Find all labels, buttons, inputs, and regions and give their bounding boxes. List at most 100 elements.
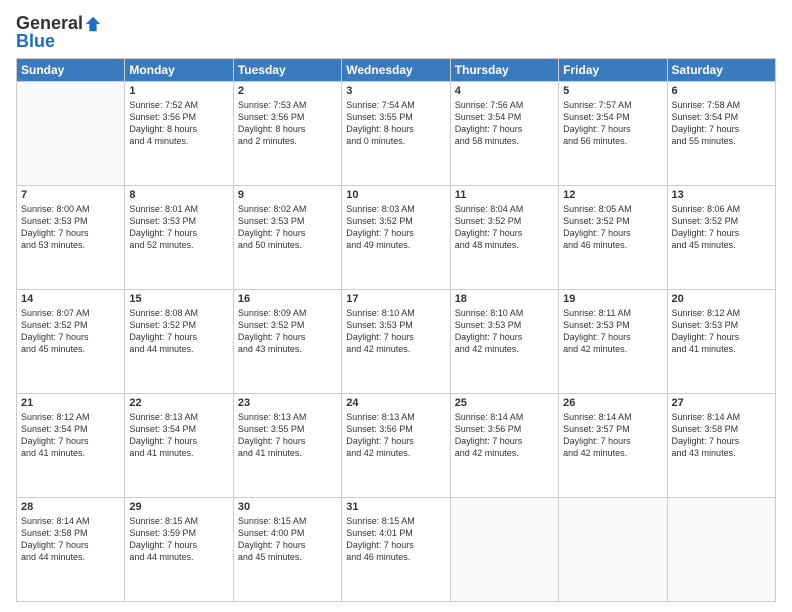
- calendar-cell: 8Sunrise: 8:01 AM Sunset: 3:53 PM Daylig…: [125, 185, 233, 289]
- day-info: Sunrise: 8:00 AM Sunset: 3:53 PM Dayligh…: [21, 203, 120, 252]
- logo: General Blue: [16, 14, 102, 52]
- day-info: Sunrise: 8:03 AM Sunset: 3:52 PM Dayligh…: [346, 203, 445, 252]
- logo-blue: Blue: [16, 32, 102, 52]
- calendar-cell: 12Sunrise: 8:05 AM Sunset: 3:52 PM Dayli…: [559, 185, 667, 289]
- day-info: Sunrise: 8:08 AM Sunset: 3:52 PM Dayligh…: [129, 307, 228, 356]
- day-number: 4: [455, 85, 554, 97]
- calendar-cell: 16 Sunrise: 8:09 AM Sunset: 3:52 PM Dayli…: [233, 289, 341, 393]
- day-number: 14: [21, 293, 120, 305]
- day-number: 22: [129, 397, 228, 409]
- day-number: 17: [346, 293, 445, 305]
- calendar-cell: 28Sunrise: 8:14 AM Sunset: 3:58 PM Dayli…: [17, 497, 125, 601]
- calendar-cell: 3 Sunrise: 7:54 AM Sunset: 3:55 PM Daylig…: [342, 81, 450, 185]
- weekday-header-wednesday: Wednesday: [342, 58, 450, 81]
- day-number: 25: [455, 397, 554, 409]
- day-info: Sunrise: 8:11 AM Sunset: 3:53 PM Dayligh…: [563, 307, 662, 356]
- day-number: 7: [21, 189, 120, 201]
- day-number: 6: [672, 85, 771, 97]
- day-number: 3: [346, 85, 445, 97]
- calendar-cell: [559, 497, 667, 601]
- calendar-cell: 23 Sunrise: 8:13 AM Sunset: 3:55 PM Dayli…: [233, 393, 341, 497]
- day-number: 27: [672, 397, 771, 409]
- day-number: 26: [563, 397, 662, 409]
- day-info: Sunrise: 8:14 AM Sunset: 3:56 PM Dayligh…: [455, 411, 554, 460]
- day-number: 1: [129, 85, 228, 97]
- weekday-header-thursday: Thursday: [450, 58, 558, 81]
- calendar-cell: 4Sunrise: 7:56 AM Sunset: 3:54 PM Daylig…: [450, 81, 558, 185]
- header: General Blue: [16, 10, 776, 52]
- day-number: 16: [238, 293, 337, 305]
- calendar-cell: 2 Sunrise: 7:53 AM Sunset: 3:56 PM Daylig…: [233, 81, 341, 185]
- calendar-cell: 26Sunrise: 8:14 AM Sunset: 3:57 PM Dayli…: [559, 393, 667, 497]
- logo-icon: [84, 15, 102, 33]
- weekday-header-monday: Monday: [125, 58, 233, 81]
- week-row-3: 14 Sunrise: 8:07 AM Sunset: 3:52 PM Dayli…: [17, 289, 776, 393]
- day-number: 9: [238, 189, 337, 201]
- day-number: 29: [129, 501, 228, 513]
- day-info: Sunrise: 8:12 AM Sunset: 3:53 PM Dayligh…: [672, 307, 771, 356]
- day-info: Sunrise: 8:14 AM Sunset: 3:58 PM Dayligh…: [672, 411, 771, 460]
- calendar-cell: [17, 81, 125, 185]
- day-info: Sunrise: 8:05 AM Sunset: 3:52 PM Dayligh…: [563, 203, 662, 252]
- day-info: Sunrise: 8:13 AM Sunset: 3:55 PM Dayligh…: [238, 411, 337, 460]
- page: General Blue SundayMondayTuesdayWednesda…: [0, 0, 792, 612]
- calendar-cell: 25 Sunrise: 8:14 AM Sunset: 3:56 PM Dayli…: [450, 393, 558, 497]
- calendar-cell: 13Sunrise: 8:06 AM Sunset: 3:52 PM Dayli…: [667, 185, 775, 289]
- day-number: 18: [455, 293, 554, 305]
- day-info: Sunrise: 8:06 AM Sunset: 3:52 PM Dayligh…: [672, 203, 771, 252]
- day-info: Sunrise: 7:57 AM Sunset: 3:54 PM Dayligh…: [563, 99, 662, 148]
- calendar-cell: 30 Sunrise: 8:15 AM Sunset: 4:00 PM Dayli…: [233, 497, 341, 601]
- day-number: 30: [238, 501, 337, 513]
- day-info: Sunrise: 8:13 AM Sunset: 3:54 PM Dayligh…: [129, 411, 228, 460]
- day-number: 5: [563, 85, 662, 97]
- calendar-cell: 15Sunrise: 8:08 AM Sunset: 3:52 PM Dayli…: [125, 289, 233, 393]
- calendar-cell: 10 Sunrise: 8:03 AM Sunset: 3:52 PM Dayli…: [342, 185, 450, 289]
- day-number: 10: [346, 189, 445, 201]
- calendar-cell: 29 Sunrise: 8:15 AM Sunset: 3:59 PM Dayli…: [125, 497, 233, 601]
- calendar-cell: 11 Sunrise: 8:04 AM Sunset: 3:52 PM Dayli…: [450, 185, 558, 289]
- calendar-cell: 19 Sunrise: 8:11 AM Sunset: 3:53 PM Dayli…: [559, 289, 667, 393]
- day-info: Sunrise: 7:52 AM Sunset: 3:56 PM Dayligh…: [129, 99, 228, 148]
- weekday-header-row: SundayMondayTuesdayWednesdayThursdayFrid…: [17, 58, 776, 81]
- calendar-cell: 22 Sunrise: 8:13 AM Sunset: 3:54 PM Dayli…: [125, 393, 233, 497]
- day-info: Sunrise: 8:13 AM Sunset: 3:56 PM Dayligh…: [346, 411, 445, 460]
- calendar-cell: 7 Sunrise: 8:00 AM Sunset: 3:53 PM Daylig…: [17, 185, 125, 289]
- day-info: Sunrise: 8:15 AM Sunset: 3:59 PM Dayligh…: [129, 515, 228, 564]
- calendar-cell: 31 Sunrise: 8:15 AM Sunset: 4:01 PM Dayli…: [342, 497, 450, 601]
- day-number: 31: [346, 501, 445, 513]
- calendar-cell: 24 Sunrise: 8:13 AM Sunset: 3:56 PM Dayli…: [342, 393, 450, 497]
- day-number: 20: [672, 293, 771, 305]
- day-info: Sunrise: 8:07 AM Sunset: 3:52 PM Dayligh…: [21, 307, 120, 356]
- day-info: Sunrise: 8:10 AM Sunset: 3:53 PM Dayligh…: [346, 307, 445, 356]
- day-number: 21: [21, 397, 120, 409]
- day-info: Sunrise: 7:58 AM Sunset: 3:54 PM Dayligh…: [672, 99, 771, 148]
- calendar-cell: [667, 497, 775, 601]
- calendar-cell: 5 Sunrise: 7:57 AM Sunset: 3:54 PM Daylig…: [559, 81, 667, 185]
- weekday-header-friday: Friday: [559, 58, 667, 81]
- day-number: 23: [238, 397, 337, 409]
- day-number: 8: [129, 189, 228, 201]
- day-info: Sunrise: 7:53 AM Sunset: 3:56 PM Dayligh…: [238, 99, 337, 148]
- calendar-table: SundayMondayTuesdayWednesdayThursdayFrid…: [16, 58, 776, 602]
- day-info: Sunrise: 8:15 AM Sunset: 4:01 PM Dayligh…: [346, 515, 445, 564]
- day-info: Sunrise: 7:54 AM Sunset: 3:55 PM Dayligh…: [346, 99, 445, 148]
- day-number: 24: [346, 397, 445, 409]
- day-info: Sunrise: 8:12 AM Sunset: 3:54 PM Dayligh…: [21, 411, 120, 460]
- week-row-1: 1 Sunrise: 7:52 AM Sunset: 3:56 PM Daylig…: [17, 81, 776, 185]
- calendar-cell: 17 Sunrise: 8:10 AM Sunset: 3:53 PM Dayli…: [342, 289, 450, 393]
- weekday-header-sunday: Sunday: [17, 58, 125, 81]
- day-number: 11: [455, 189, 554, 201]
- day-info: Sunrise: 8:09 AM Sunset: 3:52 PM Dayligh…: [238, 307, 337, 356]
- calendar-cell: 9Sunrise: 8:02 AM Sunset: 3:53 PM Daylig…: [233, 185, 341, 289]
- calendar-cell: 21 Sunrise: 8:12 AM Sunset: 3:54 PM Dayli…: [17, 393, 125, 497]
- week-row-5: 28Sunrise: 8:14 AM Sunset: 3:58 PM Dayli…: [17, 497, 776, 601]
- weekday-header-saturday: Saturday: [667, 58, 775, 81]
- day-info: Sunrise: 8:04 AM Sunset: 3:52 PM Dayligh…: [455, 203, 554, 252]
- weekday-header-tuesday: Tuesday: [233, 58, 341, 81]
- calendar-cell: [450, 497, 558, 601]
- day-number: 2: [238, 85, 337, 97]
- calendar-cell: 6 Sunrise: 7:58 AM Sunset: 3:54 PM Daylig…: [667, 81, 775, 185]
- day-info: Sunrise: 8:15 AM Sunset: 4:00 PM Dayligh…: [238, 515, 337, 564]
- calendar-cell: 14 Sunrise: 8:07 AM Sunset: 3:52 PM Dayli…: [17, 289, 125, 393]
- day-number: 19: [563, 293, 662, 305]
